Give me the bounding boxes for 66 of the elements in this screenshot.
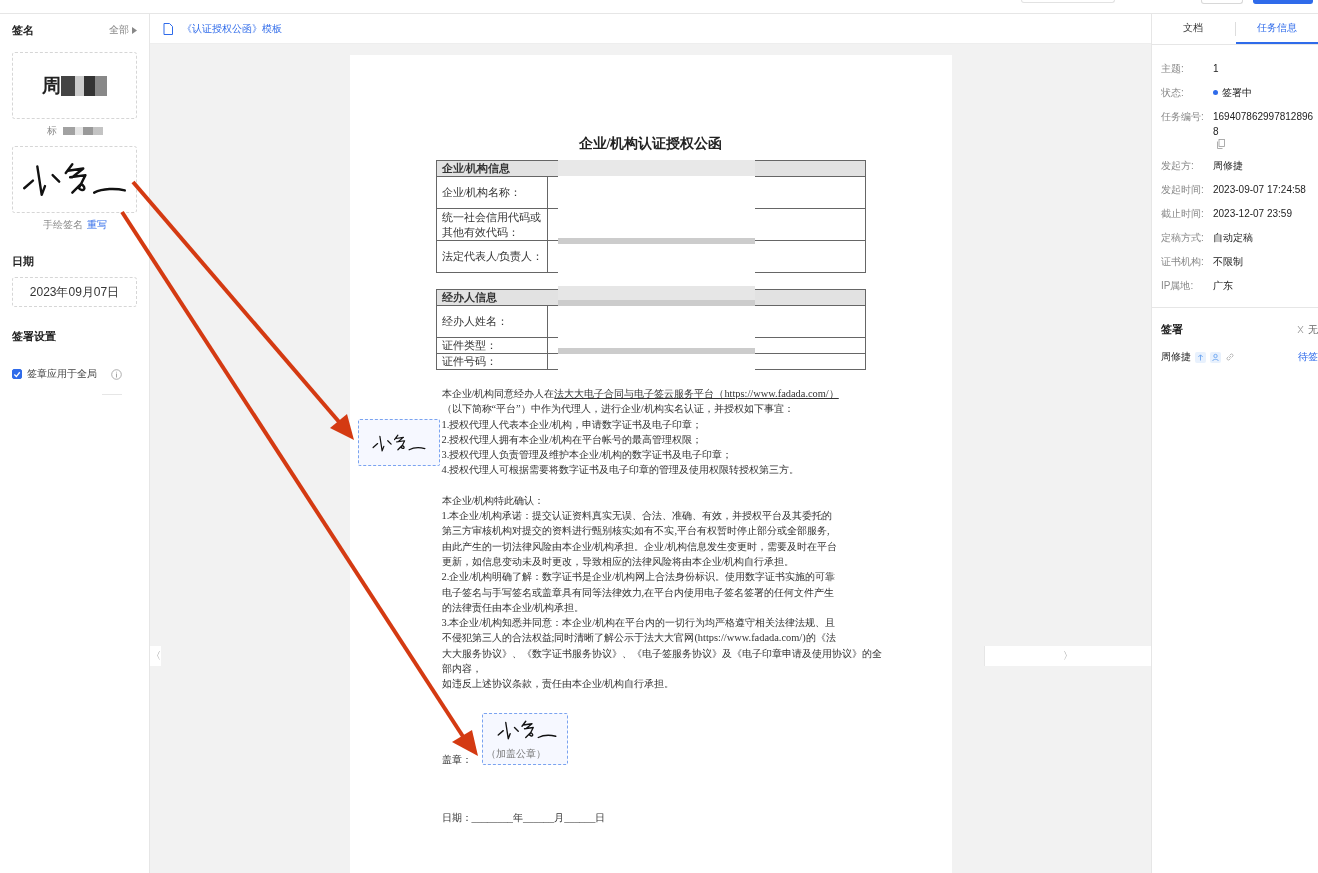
paragraph: 本企业/机构特此确认： 1.本企业/机构承诺：提交认证资料真实无误、合法、准确、有效，并授权平台及其委托的 第三方审核机构对提交的资料进行甄别核实;如有不实,平台有权暂时停止部分或全部服务, 由此产生的一切法律风险由本企业/机构承担。企业/机构信息发生变更时，需要及时在平台 更新，如信息变动未及时更改，导致相应的法律风险将由本企业/机构自行承担。 2.企业/机构明确了解：数字证书是企业/机构网上合法身份标识。使用数字证书实施的可靠 电子签名与手写签名或盖章具有同等法律效力,在平台内使用电子签名签署的任何文件产生 的法律责任由本企业/机构承担。 3.本企业/机构知悉并同意：本企业/机构在平台内的一切行为均严格遵守相关法律法规、且 不侵犯第三人的合法权益;同时清晰了解公示于法大大官网(https://www.fadada.com/)的《法 大大服务协议》、《数字证书服务协议》、《电子签服务协议》及《电子印章申请及使用协议》的全 部内容， 如违反上述协议条款，责任由本企业/机构自行承担。 — [441, 493, 882, 692]
field-label: 定稿方式: — [1161, 231, 1205, 245]
checkbox[interactable] — [12, 369, 22, 379]
field-value: 1694078629978128968 — [1213, 110, 1315, 139]
table-cell: 证件号码： — [436, 354, 548, 369]
redacted-block — [62, 127, 103, 135]
signature-caption: 标 — [46, 124, 57, 138]
seal-label: 盖章： — [441, 752, 472, 767]
placed-signature[interactable]: （加盖公章） — [481, 712, 568, 765]
tab[interactable]: 文档 — [1152, 14, 1235, 44]
field-value: 2023-09-07 17:24:58 — [1213, 183, 1306, 197]
redraw-link[interactable]: 重写 — [86, 218, 107, 232]
table-cell: 统一社会信用代码或其他有效代码： — [436, 209, 548, 240]
seal-hint: （加盖公章） — [485, 746, 546, 761]
collapse-handle[interactable]: 〈 — [150, 646, 161, 666]
field-value: 自动定稿 — [1213, 231, 1253, 245]
table-cell: 法定代表人/负责人： — [436, 241, 548, 272]
document-link[interactable]: 《认证授权公函》模板 — [182, 21, 282, 36]
section-title: 日期 — [12, 254, 35, 269]
collapse-handle[interactable]: 〉 — [984, 646, 1151, 666]
field-value: 2023-12-07 23:59 — [1213, 207, 1292, 221]
date-line: 日期：________年______月______日 — [441, 810, 607, 825]
date-field[interactable]: 2023年09月07日 — [12, 277, 137, 307]
signer-name: 周修捷 — [1161, 350, 1191, 364]
caret-icon — [132, 26, 137, 34]
copy-icon — [1217, 139, 1225, 149]
field-label: 主题: — [1161, 62, 1185, 76]
field-value: 1 — [1213, 62, 1219, 76]
field-value: 不限制 — [1213, 255, 1243, 269]
tab[interactable]: 任务信息 — [1235, 14, 1318, 44]
signature-card[interactable]: 周 — [12, 52, 137, 119]
field-label: IP属地: — [1161, 279, 1195, 293]
section-title: 签署 — [1161, 322, 1183, 337]
signature-drawing — [496, 719, 557, 740]
table-cell: 证件类型： — [436, 338, 548, 353]
section-title: 签名 — [12, 22, 34, 38]
signature-card[interactable] — [12, 146, 137, 213]
platform-link[interactable]: 法大大电子合同与电子签云服务平台（https://www.fadada.com/） — [554, 388, 839, 399]
field-value: 广东 — [1213, 279, 1233, 293]
order-label[interactable]: 无 — [1308, 322, 1318, 337]
field-label: 截止时间: — [1161, 207, 1205, 221]
section-title: 签署设置 — [12, 329, 57, 344]
document-title: 企业/机构认证授权公函 — [577, 135, 724, 153]
signature-caption: 手绘签名 — [42, 218, 83, 232]
field-label: 任务编号: — [1161, 110, 1205, 124]
field-label: 状态: — [1161, 86, 1185, 100]
status-dot — [1213, 90, 1218, 95]
field-label: 发起方: — [1161, 159, 1195, 173]
field-value: 周修捷 — [1213, 159, 1243, 173]
table-cell: 企业/机构名称： — [436, 177, 548, 208]
checkbox-label: 签章应用于全局 — [27, 367, 97, 381]
link-icon — [1225, 352, 1235, 362]
paragraph: 本企业/机构同意经办人在法大大电子合同与电子签云服务平台（https://www.fadada.com/） （以下简称“平台”）中作为代理人，进行企业/机构实名认证，并授权如下事宜： 1.授权代理人代表本企业/机构，申请数字证书及电子印章； 2.授权代理人拥有本企业/机构在平台帐号的最高管理权限； 3.授权代理人负责管理及维护本企业/机构的数字证书及电子印章； 4.授权代理人可根据需要将数字证书及电子印章的管理及使用权限转授权第三方。 — [441, 387, 839, 478]
signature-drawing — [371, 433, 426, 452]
signature-text: 周 — [42, 73, 61, 98]
field-label: 证书机构: — [1161, 255, 1205, 269]
all-link[interactable]: 全部 — [109, 23, 137, 37]
field-label: 发起时间: — [1161, 183, 1205, 197]
table-cell: 经办人姓名： — [436, 306, 548, 337]
field-value: 签署中 — [1222, 86, 1252, 100]
signer-status: 待签 — [1298, 350, 1318, 364]
document-icon — [163, 22, 173, 35]
upload-icon — [1195, 351, 1206, 363]
placed-signature[interactable] — [357, 419, 440, 466]
person-icon — [1210, 351, 1221, 363]
redacted-block — [61, 75, 107, 96]
